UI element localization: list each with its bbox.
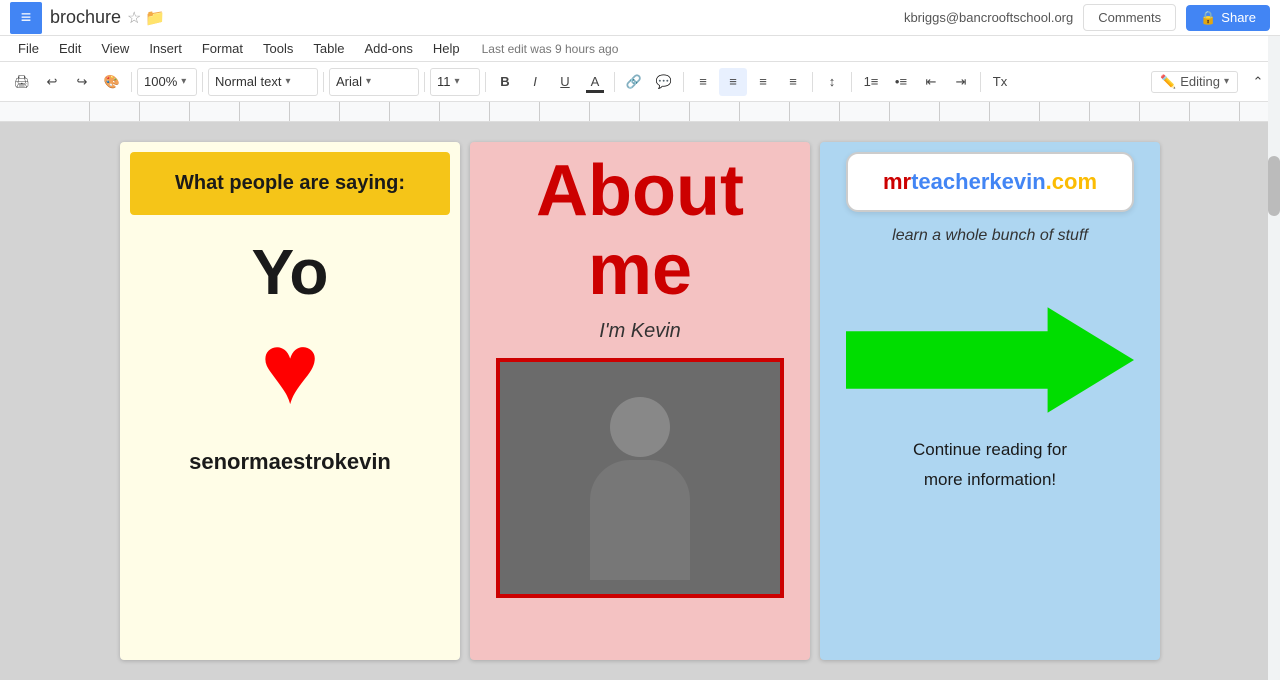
menu-view[interactable]: View bbox=[93, 39, 137, 58]
ruler bbox=[0, 102, 1280, 122]
line-spacing-button[interactable]: ↕ bbox=[818, 68, 846, 96]
font-dropdown[interactable]: Arial ▾ bbox=[329, 68, 419, 96]
align-left-button[interactable]: ≡ bbox=[689, 68, 717, 96]
lock-icon: 🔒 bbox=[1200, 10, 1216, 26]
clear-formatting-button[interactable]: Tx bbox=[986, 68, 1014, 96]
editing-chevron: ▾ bbox=[1224, 76, 1229, 87]
underline-button[interactable]: U bbox=[551, 68, 579, 96]
menu-insert[interactable]: Insert bbox=[141, 39, 190, 58]
menu-tools[interactable]: Tools bbox=[255, 39, 301, 58]
style-value: Normal text bbox=[215, 74, 281, 89]
com-text: .com bbox=[1046, 169, 1097, 194]
bold-button[interactable]: B bbox=[491, 68, 519, 96]
document-title[interactable]: brochure bbox=[50, 7, 121, 28]
font-size-value: 11 bbox=[437, 74, 451, 89]
photo-frame bbox=[496, 358, 784, 598]
continue-reading-text: Continue reading for bbox=[913, 440, 1067, 460]
more-info-text: more information! bbox=[913, 470, 1067, 490]
edit-pencil-icon: ✏️ bbox=[1160, 74, 1176, 90]
panel-1: What people are saying: Yo ♥ senormaestr… bbox=[120, 142, 460, 660]
content-area: What people are saying: Yo ♥ senormaestr… bbox=[0, 122, 1280, 680]
top-bar: ≡ brochure ☆ 📁 kbriggs@bancrooftschool.o… bbox=[0, 0, 1280, 36]
italic-button[interactable]: I bbox=[521, 68, 549, 96]
menu-help[interactable]: Help bbox=[425, 39, 468, 58]
website-text: mrteacherkevin.com bbox=[883, 169, 1097, 194]
bullet-list-button[interactable]: •≡ bbox=[887, 68, 915, 96]
panel-2: About me I'm Kevin bbox=[470, 142, 810, 660]
redo-button[interactable]: ↪ bbox=[68, 68, 96, 96]
star-icon[interactable]: ☆ bbox=[127, 8, 141, 28]
text-color-button[interactable]: A bbox=[581, 68, 609, 96]
share-button[interactable]: 🔒 Share bbox=[1186, 5, 1270, 31]
continue-text-block: Continue reading for more information! bbox=[913, 430, 1067, 490]
divider9 bbox=[851, 72, 852, 92]
yo-text: Yo bbox=[251, 235, 328, 309]
arrow-container bbox=[846, 305, 1134, 420]
font-size-dropdown[interactable]: 11 ▾ bbox=[430, 68, 480, 96]
zoom-value: 100% bbox=[144, 74, 177, 89]
divider3 bbox=[323, 72, 324, 92]
user-email: kbriggs@bancrooftschool.org bbox=[904, 10, 1073, 25]
zoom-chevron: ▾ bbox=[181, 76, 186, 87]
undo-button[interactable]: ↩ bbox=[38, 68, 66, 96]
mr-text: mr bbox=[883, 169, 911, 194]
about-me-heading: About me bbox=[480, 152, 800, 310]
ruler-line bbox=[40, 102, 1240, 121]
style-chevron: ▾ bbox=[285, 76, 290, 87]
increase-indent-button[interactable]: ⇥ bbox=[947, 68, 975, 96]
last-edit-text: Last edit was 9 hours ago bbox=[482, 42, 619, 56]
align-right-button[interactable]: ≡ bbox=[749, 68, 777, 96]
link-button[interactable]: 🔗 bbox=[620, 68, 648, 96]
toolbar: 🖨 ↩ ↪ 🎨 100% ▾ Normal text ▾ Arial ▾ 11 … bbox=[0, 62, 1280, 102]
menu-file[interactable]: File bbox=[10, 39, 47, 58]
divider2 bbox=[202, 72, 203, 92]
panel-3: mrteacherkevin.com learn a whole bunch o… bbox=[820, 142, 1160, 660]
divider7 bbox=[683, 72, 684, 92]
divider4 bbox=[424, 72, 425, 92]
person-photo bbox=[500, 362, 780, 594]
style-dropdown[interactable]: Normal text ▾ bbox=[208, 68, 318, 96]
print-button[interactable]: 🖨 bbox=[8, 68, 36, 96]
menu-addons[interactable]: Add-ons bbox=[356, 39, 420, 58]
decrease-indent-button[interactable]: ⇤ bbox=[917, 68, 945, 96]
im-kevin-text: I'm Kevin bbox=[599, 320, 681, 343]
heart-icon: ♥ bbox=[260, 319, 319, 419]
menu-format[interactable]: Format bbox=[194, 39, 251, 58]
scrollbar[interactable] bbox=[1268, 36, 1280, 680]
kevin-text: kevin bbox=[989, 169, 1045, 194]
green-arrow-icon bbox=[846, 305, 1134, 415]
menu-table[interactable]: Table bbox=[305, 39, 352, 58]
website-box: mrteacherkevin.com bbox=[846, 152, 1134, 212]
justify-button[interactable]: ≡ bbox=[779, 68, 807, 96]
menu-bar: File Edit View Insert Format Tools Table… bbox=[0, 36, 1280, 62]
editing-mode-dropdown[interactable]: ✏️ Editing ▾ bbox=[1151, 71, 1238, 93]
editing-label: Editing bbox=[1180, 74, 1220, 89]
font-value: Arial bbox=[336, 74, 362, 89]
font-chevron: ▾ bbox=[366, 76, 371, 87]
divider1 bbox=[131, 72, 132, 92]
menu-edit[interactable]: Edit bbox=[51, 39, 89, 58]
user-info: kbriggs@bancrooftschool.org Comments 🔒 S… bbox=[904, 4, 1270, 31]
divider8 bbox=[812, 72, 813, 92]
callout-text: What people are saying: bbox=[175, 172, 405, 194]
comments-button[interactable]: Comments bbox=[1083, 4, 1176, 31]
teacher-text: teacher bbox=[911, 169, 989, 194]
divider5 bbox=[485, 72, 486, 92]
paint-format-button[interactable]: 🎨 bbox=[98, 68, 126, 96]
yellow-callout-box: What people are saying: bbox=[130, 152, 450, 215]
zoom-dropdown[interactable]: 100% ▾ bbox=[137, 68, 197, 96]
font-size-chevron: ▾ bbox=[455, 76, 460, 87]
align-center-button[interactable]: ≡ bbox=[719, 68, 747, 96]
divider10 bbox=[980, 72, 981, 92]
divider6 bbox=[614, 72, 615, 92]
scroll-thumb[interactable] bbox=[1268, 156, 1280, 216]
learn-text: learn a whole bunch of stuff bbox=[892, 227, 1088, 245]
folder-icon[interactable]: 📁 bbox=[145, 8, 165, 28]
senor-name-text: senormaestrokevin bbox=[189, 449, 391, 475]
comment-button[interactable]: 💬 bbox=[650, 68, 678, 96]
numbered-list-button[interactable]: 1≡ bbox=[857, 68, 885, 96]
app-menu-icon[interactable]: ≡ bbox=[10, 2, 42, 34]
